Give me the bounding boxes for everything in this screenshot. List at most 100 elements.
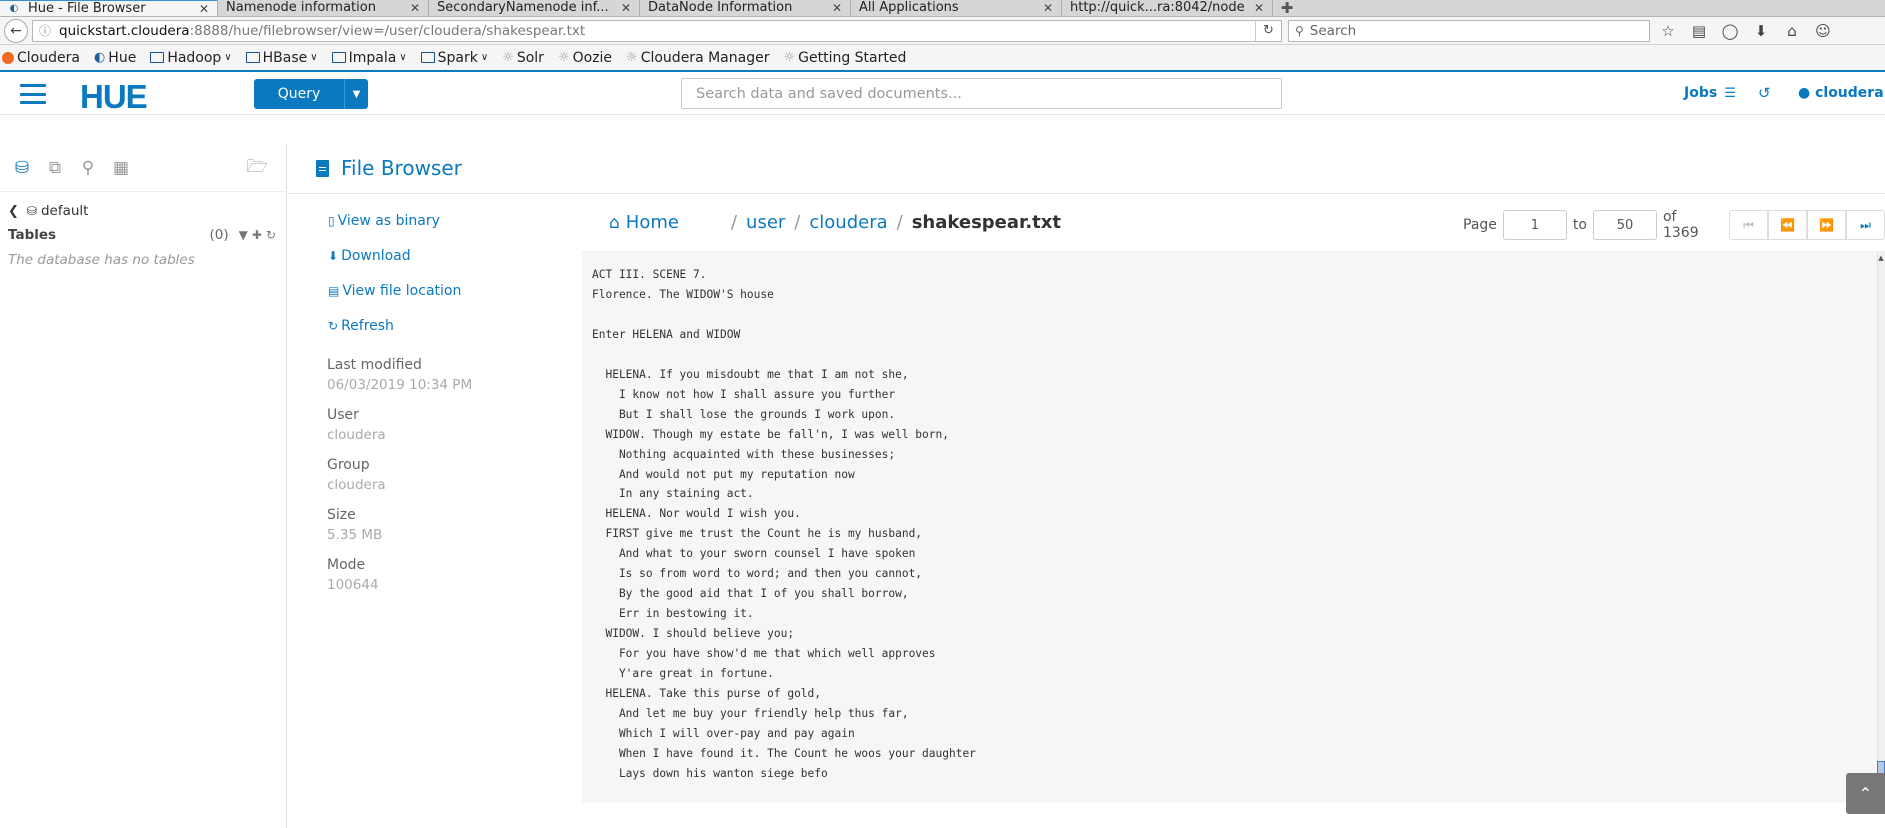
tab-namenode[interactable]: Namenode information ✕ [218, 0, 429, 16]
pocket-icon[interactable]: ◯ [1720, 21, 1740, 41]
chat-icon[interactable]: ☺ [1813, 21, 1833, 41]
database-icon[interactable]: ⛁ [11, 157, 33, 179]
browser-search-input[interactable]: ⚲ Search [1288, 19, 1650, 42]
globe-icon: ☼ [626, 50, 638, 65]
jobs-button[interactable]: Jobs ☰ [1684, 85, 1736, 101]
folder-icon [420, 52, 435, 63]
user-value: cloudera [327, 427, 386, 443]
tab-hue-file-browser[interactable]: ◐ Hue - File Browser ✕ [0, 0, 218, 16]
tab-secondary-namenode[interactable]: SecondaryNamenode inf... ✕ [429, 0, 640, 16]
browser-tab-bar: ◐ Hue - File Browser ✕ Namenode informat… [0, 0, 1885, 17]
scroll-to-top-button[interactable]: ⌃ [1846, 773, 1885, 814]
breadcrumb: ⌂ Home / user / cloudera / shakespear.tx… [609, 212, 1061, 233]
history-icon[interactable]: ↺ [1758, 84, 1771, 102]
jobs-label: Jobs [1684, 85, 1718, 101]
bookmark-label: Getting Started [798, 49, 907, 66]
close-icon[interactable]: ✕ [410, 1, 420, 15]
tab-datanode[interactable]: DataNode Information ✕ [640, 0, 851, 16]
close-icon[interactable]: ✕ [1043, 1, 1053, 15]
close-icon[interactable]: ✕ [832, 1, 842, 15]
vertical-scrollbar[interactable]: ▲ [1877, 252, 1885, 803]
file-text-icon: ▤ [328, 284, 340, 298]
page-label: Page [1463, 217, 1497, 233]
file-content-viewer[interactable]: ACT III. SCENE 7. Florence. The WIDOW'S … [582, 251, 1885, 803]
view-as-binary-link[interactable]: ▯ View as binary [328, 213, 461, 229]
url-host: quickstart.cloudera [59, 22, 190, 39]
query-button-group: Query ▼ [254, 79, 368, 109]
bookmark-impala[interactable]: Impala ∨ [331, 50, 407, 66]
info-icon[interactable]: ⓘ [39, 22, 51, 39]
page-title: File Browser [316, 156, 462, 180]
breadcrumb-separator: / [730, 212, 738, 233]
download-link[interactable]: ⬇ Download [328, 248, 461, 264]
query-button[interactable]: Query [254, 79, 344, 109]
bookmark-oozie[interactable]: ☼ Oozie [558, 50, 612, 66]
tab-label: http://quick...ra:8042/node [1070, 0, 1245, 15]
first-page-icon[interactable]: ⏮ [1729, 210, 1768, 240]
breadcrumb-user[interactable]: user [746, 212, 785, 233]
documents-icon[interactable]: ⧉ [44, 157, 66, 179]
mode-value: 100644 [327, 577, 379, 593]
page-to-input[interactable] [1592, 210, 1657, 240]
divider [288, 193, 1885, 194]
reading-list-icon[interactable]: ▤ [1689, 21, 1709, 41]
file-metadata: Last modified 06/03/2019 10:34 PM User c… [327, 357, 472, 607]
search-icon[interactable]: ⚲ [77, 157, 99, 179]
file-content-text: ACT III. SCENE 7. Florence. The WIDOW'S … [592, 268, 976, 780]
new-tab-button[interactable]: ✚ [1273, 0, 1301, 17]
home-icon[interactable]: ⌂ [1782, 21, 1802, 41]
chevron-down-icon: ∨ [399, 52, 407, 63]
to-label: to [1572, 217, 1587, 233]
bookmark-hue[interactable]: ◐ Hue [94, 50, 136, 66]
breadcrumb-home[interactable]: ⌂ Home [609, 212, 679, 233]
breadcrumb-cloudera[interactable]: cloudera [809, 212, 887, 233]
view-file-location-link[interactable]: ▤ View file location [328, 283, 461, 299]
reload-icon[interactable]: ↻ [1255, 20, 1281, 41]
refresh-link[interactable]: ↻ Refresh [328, 318, 461, 334]
hamburger-menu-icon[interactable] [20, 84, 46, 104]
tab-label: SecondaryNamenode inf... [437, 0, 609, 15]
bookmark-hadoop[interactable]: Hadoop ∨ [150, 50, 232, 66]
chevron-left-icon[interactable]: ❮ [8, 204, 19, 219]
page-from-input[interactable] [1502, 210, 1567, 240]
download-icon[interactable]: ⬇ [1751, 21, 1771, 41]
filter-icon[interactable]: ▼ [239, 228, 248, 242]
scroll-up-icon[interactable]: ▲ [1877, 254, 1885, 262]
close-icon[interactable]: ✕ [1254, 1, 1264, 15]
folder-open-icon[interactable]: 🗁 [246, 157, 268, 179]
close-icon[interactable]: ✕ [199, 2, 209, 16]
bookmark-label: Spark [437, 49, 478, 66]
bookmark-cloudera[interactable]: Cloudera [2, 50, 80, 66]
previous-page-icon[interactable]: ⏪ [1768, 210, 1807, 240]
bookmark-label: Cloudera [17, 49, 80, 66]
bookmark-getting-started[interactable]: ☼ Getting Started [783, 50, 906, 66]
last-page-icon[interactable]: ⏭ [1846, 210, 1885, 240]
file-icon [316, 159, 329, 177]
add-icon[interactable]: ✚ [252, 228, 262, 242]
tab-label: Hue - File Browser [28, 1, 146, 16]
bookmark-hbase[interactable]: HBase ∨ [245, 50, 318, 66]
tab-node[interactable]: http://quick...ra:8042/node ✕ [1062, 0, 1273, 16]
bookmark-cloudera-manager[interactable]: ☼ Cloudera Manager [626, 50, 769, 66]
user-label: User [327, 407, 359, 423]
user-menu[interactable]: ● cloudera [1798, 85, 1884, 101]
user-label: cloudera [1815, 85, 1884, 101]
refresh-icon[interactable]: ↻ [266, 228, 276, 242]
tab-all-applications[interactable]: All Applications ✕ [851, 0, 1062, 16]
grid-icon[interactable]: ▦ [110, 157, 132, 179]
back-arrow-icon[interactable]: ← [4, 18, 28, 43]
hue-logo[interactable]: HUE [80, 78, 148, 116]
next-page-icon[interactable]: ⏩ [1807, 210, 1846, 240]
bookmark-spark[interactable]: Spark ∨ [420, 49, 488, 66]
size-label: Size [327, 507, 356, 523]
caret-down-icon[interactable]: ▼ [344, 79, 368, 109]
tab-label: All Applications [859, 0, 959, 15]
bookmark-solr[interactable]: ☼ Solr [502, 50, 544, 66]
url-bar[interactable]: ⓘ quickstart.cloudera:8888/hue/filebrows… [32, 19, 1282, 42]
close-icon[interactable]: ✕ [621, 1, 631, 15]
download-icon: ⬇ [328, 249, 339, 263]
database-selector[interactable]: ❮ ⛁ default [0, 192, 286, 219]
file-actions: ▯ View as binary ⬇ Download ▤ View file … [328, 213, 461, 353]
bookmark-star-icon[interactable]: ☆ [1658, 21, 1678, 41]
global-search-input[interactable]: Search data and saved documents... [681, 78, 1282, 109]
